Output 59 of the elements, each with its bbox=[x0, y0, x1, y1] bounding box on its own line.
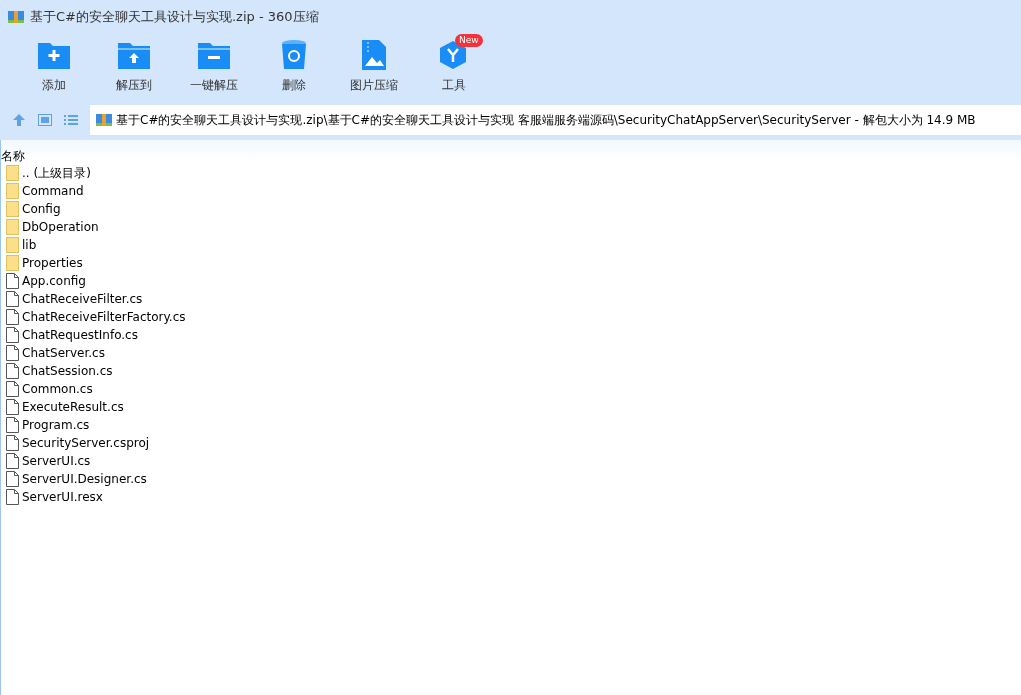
file-name[interactable]: Common.cs bbox=[22, 382, 93, 396]
file-name[interactable]: DbOperation bbox=[22, 220, 99, 234]
archive-icon bbox=[96, 112, 112, 128]
file-name[interactable]: ChatReceiveFilter.cs bbox=[22, 292, 143, 306]
file-icon bbox=[6, 345, 19, 361]
file-name[interactable]: ServerUI.resx bbox=[22, 490, 103, 504]
file-icon bbox=[6, 417, 19, 433]
file-name[interactable]: .. (上级目录) bbox=[22, 164, 91, 182]
toolbar-button[interactable]: 一键解压 bbox=[174, 34, 254, 100]
file-name[interactable]: ServerUI.cs bbox=[22, 454, 91, 468]
archive-icon bbox=[8, 9, 24, 25]
image-file-icon bbox=[362, 40, 386, 70]
toolbar-button[interactable]: New 工具 bbox=[414, 34, 494, 100]
file-name[interactable]: Properties bbox=[22, 256, 83, 270]
file-name[interactable]: Command bbox=[22, 184, 84, 198]
file-icon bbox=[6, 291, 19, 307]
file-icon bbox=[6, 273, 19, 289]
file-name[interactable]: ServerUI.Designer.cs bbox=[22, 472, 147, 486]
file-icon bbox=[6, 363, 19, 379]
folder-icon bbox=[6, 237, 19, 253]
up-arrow-icon[interactable] bbox=[12, 113, 26, 127]
file-name[interactable]: SecurityServer.csproj bbox=[22, 436, 150, 450]
folder-minus-icon bbox=[198, 41, 230, 69]
address-path: 基于C#的安全聊天工具设计与实现.zip\基于C#的安全聊天工具设计与实现 客服端服务端源码\SecurityChatAppServer\SecurityServer - 解包大小为 14.9 MB bbox=[116, 111, 976, 129]
file-name[interactable]: ChatRequestInfo.cs bbox=[22, 328, 138, 342]
file-icon bbox=[6, 381, 19, 397]
file-name[interactable]: ChatReceiveFilterFactory.cs bbox=[22, 310, 186, 324]
file-name[interactable]: lib bbox=[22, 238, 37, 252]
folder-icon bbox=[6, 255, 19, 271]
file-name[interactable]: Program.cs bbox=[22, 418, 90, 432]
recycle-bin-icon bbox=[282, 40, 306, 70]
file-name[interactable]: App.config bbox=[22, 274, 86, 288]
address-bar[interactable]: 基于C#的安全聊天工具设计与实现.zip\基于C#的安全聊天工具设计与实现 客服端服务端源码\SecurityChatAppServer\SecurityServer - 解包大小为 14.9 MB bbox=[90, 105, 1021, 135]
folder-icon bbox=[6, 165, 19, 181]
file-icon bbox=[6, 489, 19, 505]
folder-icon bbox=[6, 219, 19, 235]
list-view-icon[interactable] bbox=[64, 114, 78, 126]
toolbar-button[interactable]: 删除 bbox=[254, 34, 334, 100]
file-name[interactable]: ExecuteResult.cs bbox=[22, 400, 124, 414]
file-icon bbox=[6, 435, 19, 451]
preview-view-icon[interactable] bbox=[38, 114, 52, 126]
file-name[interactable]: Config bbox=[22, 202, 61, 216]
file-name[interactable]: ChatSession.cs bbox=[22, 364, 113, 378]
folder-icon bbox=[6, 201, 19, 217]
file-name[interactable]: ChatServer.cs bbox=[22, 346, 105, 360]
folder-icon bbox=[6, 183, 19, 199]
file-icon bbox=[6, 471, 19, 487]
window-title: 基于C#的安全聊天工具设计与实现.zip - 360压缩 bbox=[30, 8, 319, 26]
toolbar-button[interactable]: 解压到 bbox=[94, 34, 174, 100]
new-badge: New bbox=[455, 34, 483, 47]
file-icon bbox=[6, 309, 19, 325]
folder-plus-icon bbox=[38, 41, 70, 69]
toolbar-button[interactable]: 图片压缩 bbox=[334, 34, 414, 100]
toolbar-button[interactable]: 添加 bbox=[14, 34, 94, 100]
file-icon bbox=[6, 453, 19, 469]
folder-upload-icon bbox=[118, 41, 150, 69]
column-header[interactable]: 名称 bbox=[1, 149, 25, 163]
file-icon bbox=[6, 399, 19, 415]
file-icon bbox=[6, 327, 19, 343]
